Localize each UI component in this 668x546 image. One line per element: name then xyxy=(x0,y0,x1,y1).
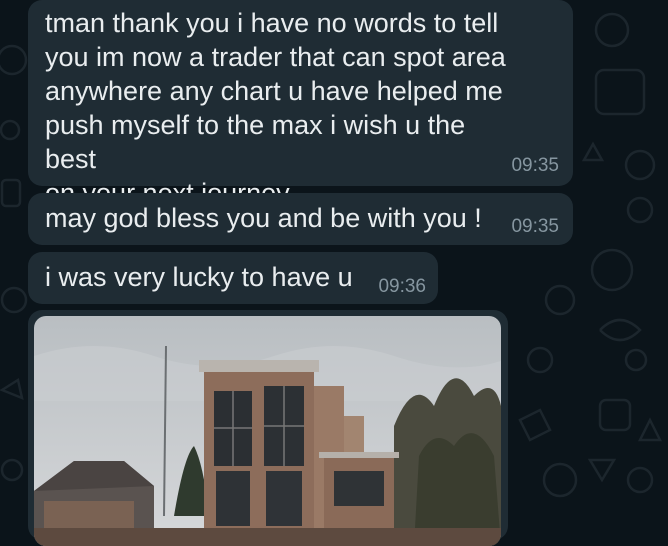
message-bubble[interactable]: may god bless you and be with you ! 09:3… xyxy=(28,193,573,245)
message-bubble[interactable]: i was very lucky to have u 09:36 xyxy=(28,252,438,304)
image-message-bubble[interactable] xyxy=(28,310,508,546)
message-timestamp: 09:35 xyxy=(511,155,559,176)
house-photo[interactable] xyxy=(34,316,501,546)
message-text: tman thank you i have no words to tell y… xyxy=(45,8,506,208)
message-text: may god bless you and be with you ! xyxy=(45,203,482,233)
house-photo-illustration xyxy=(34,316,501,546)
message-text: i was very lucky to have u xyxy=(45,262,353,292)
message-timestamp: 09:35 xyxy=(511,216,559,237)
message-timestamp: 09:36 xyxy=(378,276,426,297)
message-bubble[interactable]: tman thank you i have no words to tell y… xyxy=(28,0,573,208)
